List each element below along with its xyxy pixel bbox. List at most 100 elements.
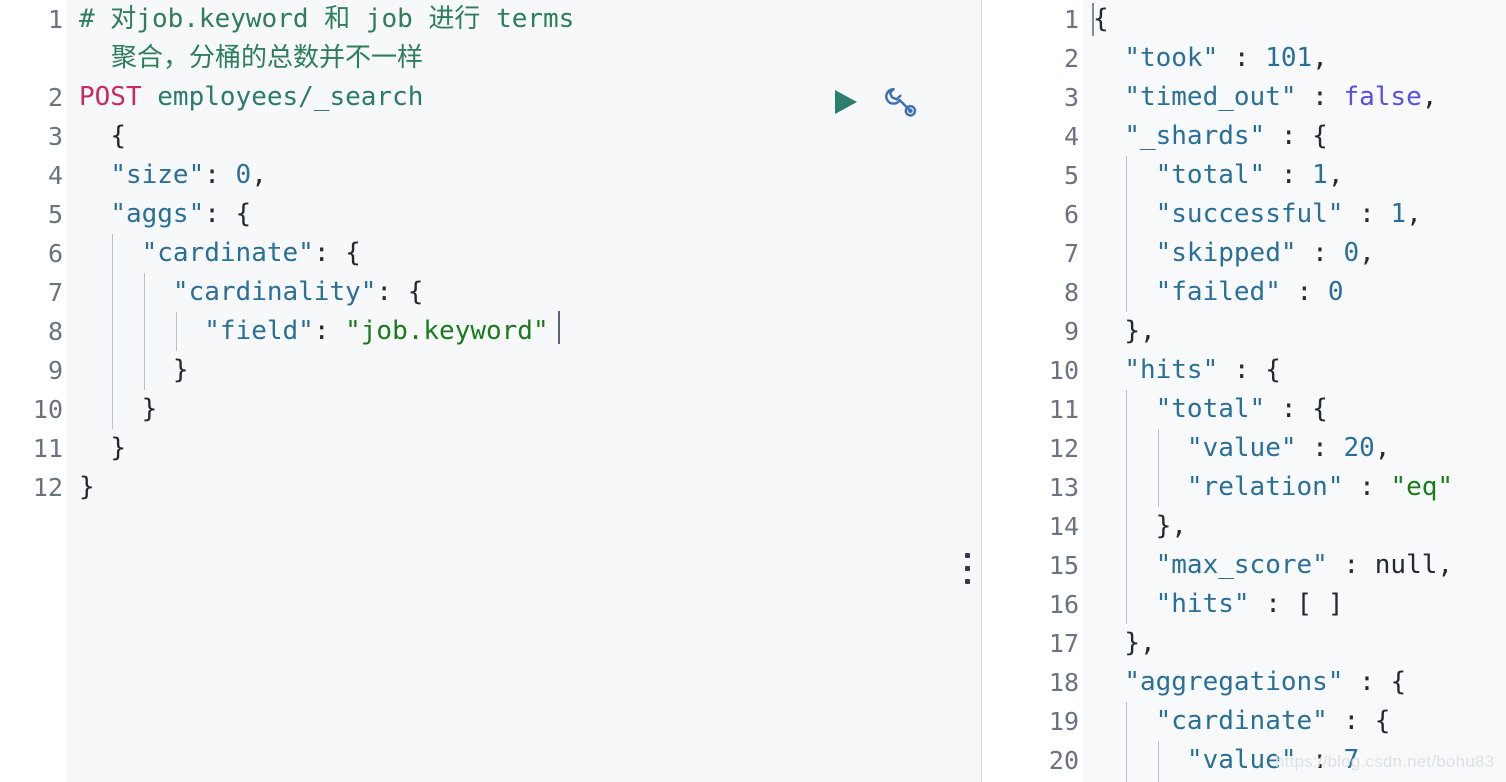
json-token-key: "_shards" <box>1124 121 1266 151</box>
request-actions-wrench-button[interactable] <box>880 85 918 119</box>
response-line-13[interactable]: "relation" : "eq" <box>1093 468 1453 507</box>
response-code-area[interactable]: { "took" : 101, "timed_out" : false, "_s… <box>1083 0 1506 782</box>
line-number-label: 6 <box>1063 200 1079 229</box>
json-token-key: "timed_out" <box>1124 82 1297 112</box>
json-token-number: 1 <box>1312 160 1328 190</box>
line-number-label: 7 <box>1063 239 1079 268</box>
json-token-number: 1 <box>1390 199 1407 229</box>
text-cursor <box>558 311 560 344</box>
response-line-1[interactable]: { <box>1093 0 1109 39</box>
response-line-6[interactable]: "successful" : 1, <box>1093 195 1422 234</box>
response-indent-guide-depth-2 <box>1158 741 1159 782</box>
json-token-key: "skipped" <box>1155 238 1297 268</box>
response-line-5[interactable]: "total" : 1, <box>1093 156 1344 195</box>
line-number-label: 15 <box>1048 551 1079 580</box>
line-number-label: 14 <box>1048 512 1079 541</box>
indent-spaces <box>79 238 142 268</box>
json-token-punct: [ ] <box>1296 589 1344 619</box>
response-indent-guide-depth-2 <box>1158 429 1159 507</box>
json-token-punct: , <box>1327 160 1344 190</box>
request-line-11[interactable]: } <box>79 429 126 468</box>
request-line-number-gutter[interactable]: 123456789101112 <box>0 0 67 782</box>
json-token-punct: { <box>1312 394 1328 424</box>
response-line-18[interactable]: "aggregations" : { <box>1093 663 1406 702</box>
json-token-punct: { <box>1265 355 1281 385</box>
response-line-2[interactable]: "took" : 101, <box>1093 39 1328 78</box>
indent-spaces <box>1093 589 1156 619</box>
request-code-area[interactable]: # 对job.keyword 和 job 进行 terms 聚合，分桶的总数并不一… <box>67 0 982 782</box>
http-method-label: POST <box>79 82 142 112</box>
json-token-key: "relation" <box>1186 472 1344 502</box>
request-line-1[interactable]: # 对job.keyword 和 job 进行 terms <box>79 0 574 39</box>
pane-splitter[interactable] <box>955 0 982 782</box>
response-line-11[interactable]: "total" : { <box>1093 390 1328 429</box>
json-token-punct: : <box>1296 82 1344 112</box>
json-token-punct: : <box>1327 550 1375 580</box>
indent-spaces <box>79 277 173 307</box>
response-line-15[interactable]: "max_score" : null, <box>1093 546 1453 585</box>
brace-token: } <box>141 394 158 424</box>
json-token-punct: : <box>1265 394 1313 424</box>
json-token-key: "successful" <box>1155 199 1344 229</box>
response-viewer-pane[interactable]: 123456789101112131415161718192021 { "too… <box>983 0 1506 782</box>
request-line-2[interactable]: POST employees/_search <box>79 78 423 117</box>
request-line-12[interactable]: } <box>79 468 95 507</box>
indent-spaces <box>1093 511 1156 541</box>
request-line-4[interactable]: "size": 0, <box>79 156 267 195</box>
json-token-punct: { <box>1093 4 1109 34</box>
json-token-number: 0 <box>1343 238 1360 268</box>
line-number-label: 5 <box>1063 161 1079 190</box>
line-number-label: 4 <box>1063 122 1079 151</box>
response-line-16[interactable]: "hits" : [ ] <box>1093 585 1344 624</box>
indent-spaces <box>79 394 142 424</box>
response-line-4[interactable]: "_shards" : { <box>1093 117 1328 156</box>
line-number-label: 8 <box>1063 278 1079 307</box>
comment-text: # 对job.keyword 和 job 进行 terms <box>79 4 575 34</box>
indent-spaces <box>1093 745 1187 775</box>
request-line-8[interactable]: "field": "job.keyword" <box>79 312 548 351</box>
request-line-9[interactable]: } <box>79 351 189 390</box>
json-token-punct: , <box>1359 238 1375 268</box>
response-line-9[interactable]: }, <box>1093 312 1155 351</box>
json-value: { <box>407 277 424 307</box>
line-number-label: 1 <box>47 5 63 34</box>
indent-spaces <box>1093 433 1187 463</box>
json-token-punct: , <box>1374 433 1391 463</box>
json-token-key: "failed" <box>1155 277 1281 307</box>
response-line-number-gutter[interactable]: 123456789101112131415161718192021 <box>983 0 1083 782</box>
request-line-5[interactable]: "aggs": { <box>79 195 251 234</box>
request-line-3[interactable]: { <box>79 117 126 156</box>
line-number-label: 6 <box>47 239 63 268</box>
json-token-punct: : <box>1327 706 1375 736</box>
line-number-label: 2 <box>1063 44 1079 73</box>
grip-dots-icon[interactable] <box>965 553 972 593</box>
response-line-12[interactable]: "value" : 20, <box>1093 429 1391 468</box>
request-editor-pane[interactable]: 123456789101112 # 对job.keyword 和 job 进行 … <box>0 0 982 782</box>
json-token-key: "total" <box>1155 394 1266 424</box>
brace-token: } <box>110 433 126 463</box>
json-token-key: "hits" <box>1124 355 1219 385</box>
request-line-7[interactable]: "cardinality": { <box>79 273 423 312</box>
json-token-punct: , <box>1421 82 1438 112</box>
response-line-8[interactable]: "failed" : 0 <box>1093 273 1344 312</box>
indent-spaces <box>1093 82 1124 112</box>
indent-guide-depth-3 <box>176 312 177 351</box>
send-request-play-button[interactable] <box>833 88 859 116</box>
json-value: { <box>235 199 252 229</box>
response-line-7[interactable]: "skipped" : 0, <box>1093 234 1375 273</box>
brace-token: } <box>172 355 189 385</box>
response-line-10[interactable]: "hits" : { <box>1093 351 1281 390</box>
response-line-3[interactable]: "timed_out" : false, <box>1093 78 1437 117</box>
request-endpoint-label: employees/_search <box>157 82 424 112</box>
json-key: "cardinate" <box>141 238 314 268</box>
response-line-19[interactable]: "cardinate" : { <box>1093 702 1391 741</box>
request-line-10[interactable]: } <box>79 390 158 429</box>
response-line-14[interactable]: }, <box>1093 507 1187 546</box>
request-line-6[interactable]: "cardinate": { <box>79 234 361 273</box>
indent-spaces <box>1093 394 1156 424</box>
request-line-1-wrapped[interactable]: 聚合，分桶的总数并不一样 <box>111 39 423 78</box>
json-token-key: "aggregations" <box>1124 667 1344 697</box>
response-line-17[interactable]: }, <box>1093 624 1155 663</box>
indent-spaces <box>1093 550 1156 580</box>
